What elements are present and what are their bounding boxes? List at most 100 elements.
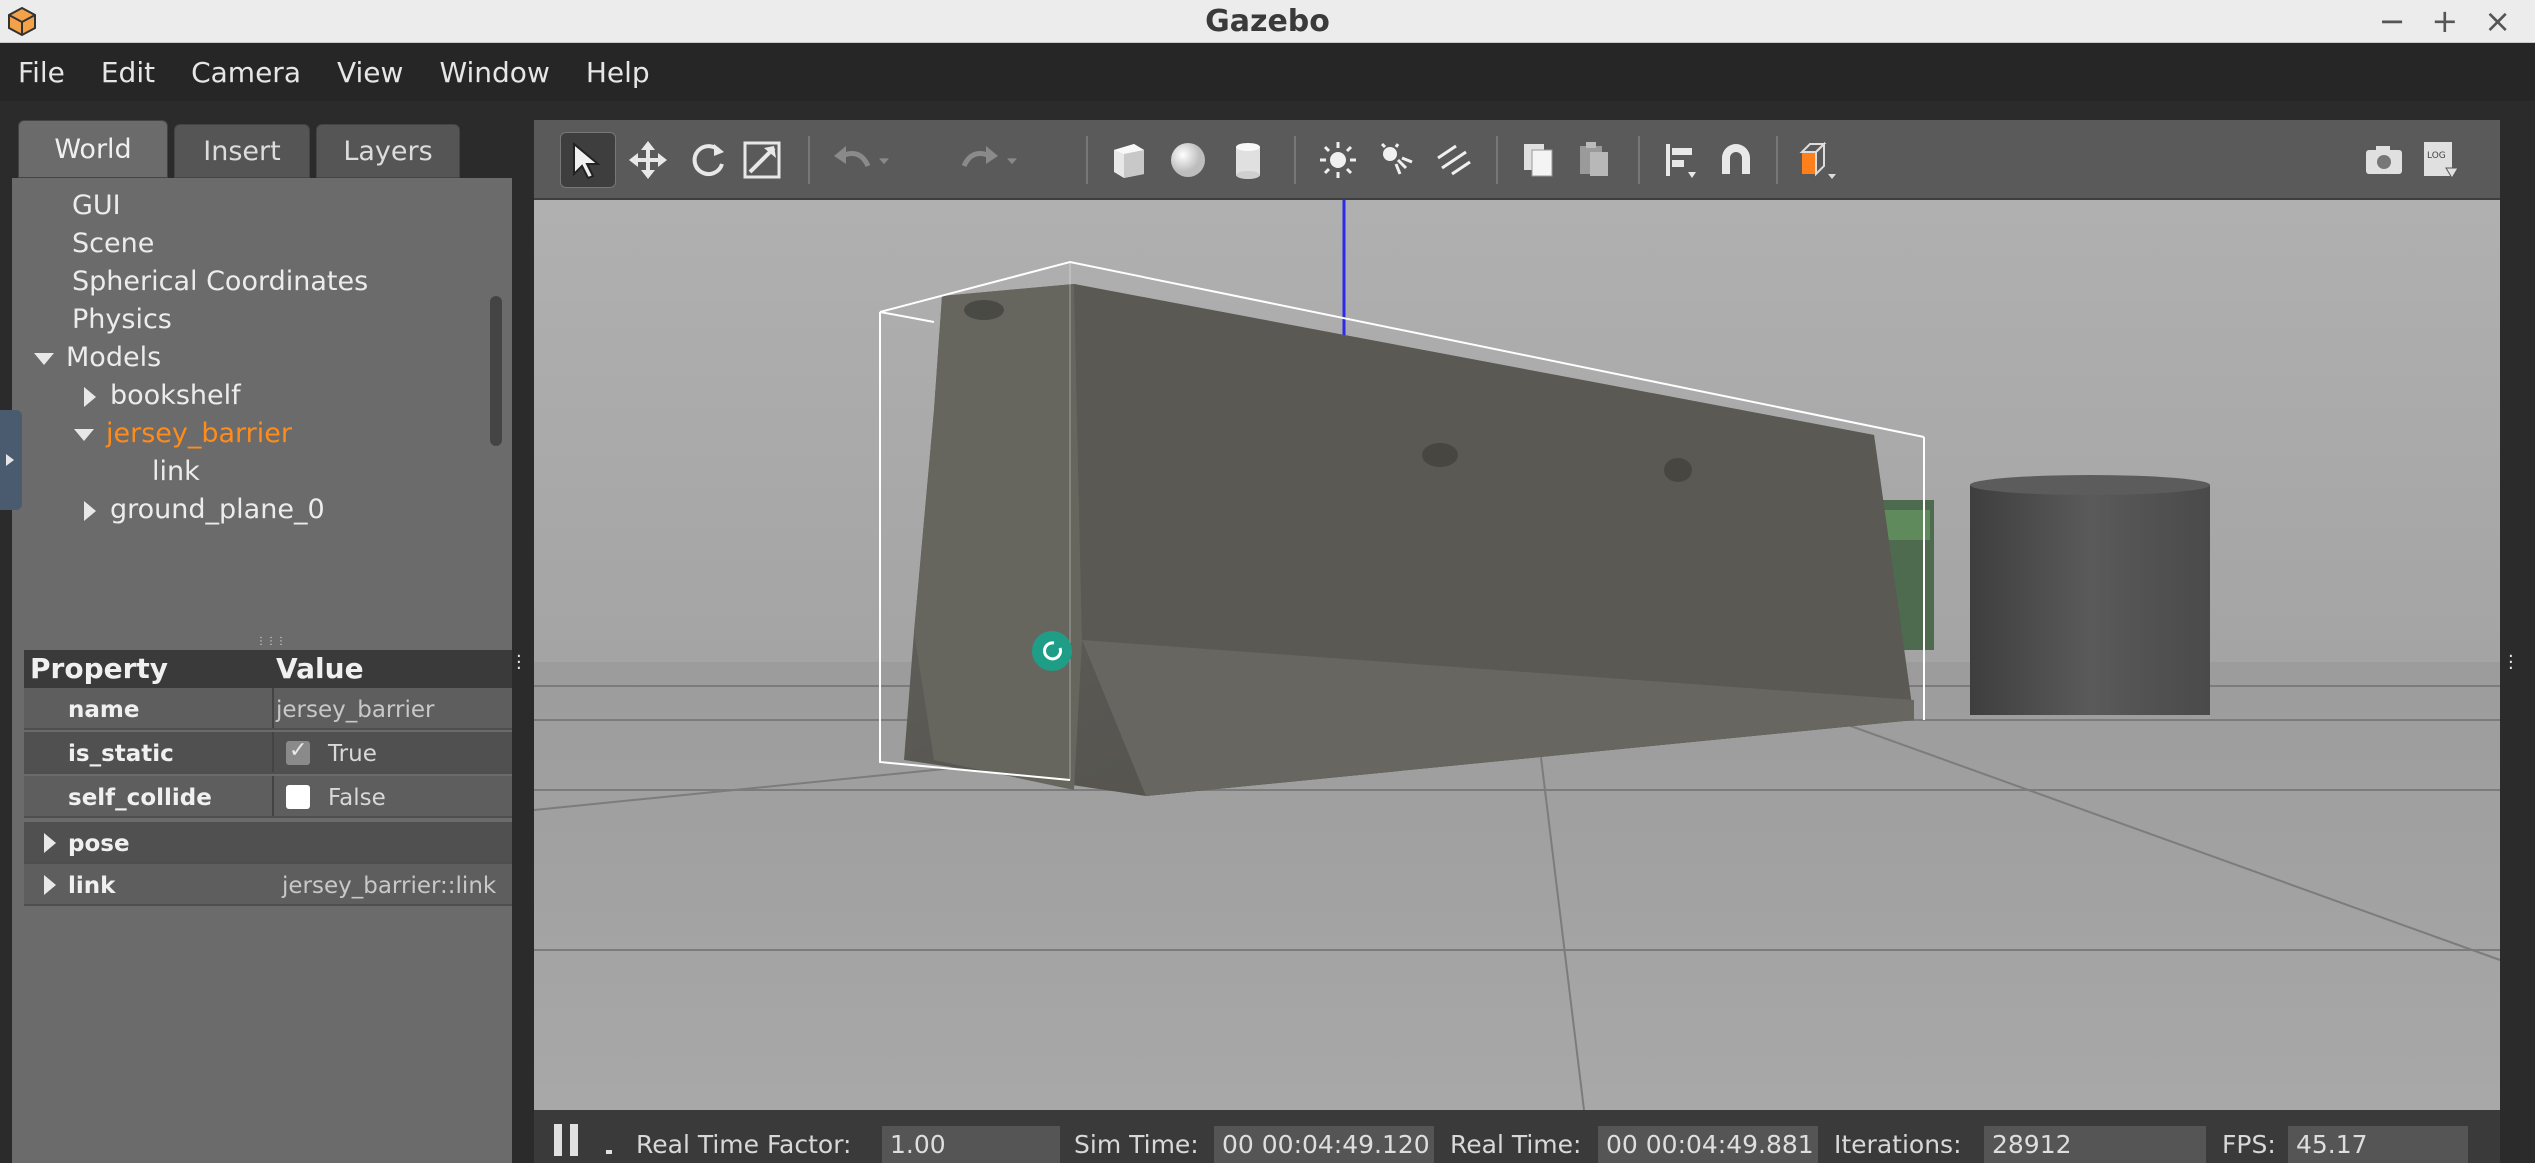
view-angle-icon xyxy=(1799,141,1836,179)
panel-collapse-handle[interactable] xyxy=(0,410,22,510)
select-mode-button[interactable] xyxy=(560,132,616,188)
point-light-icon xyxy=(1320,142,1356,178)
fps-label: FPS: xyxy=(2222,1130,2276,1159)
tab-insert[interactable]: Insert xyxy=(174,124,310,178)
real-time-label: Real Time: xyxy=(1450,1130,1582,1159)
screenshot-button[interactable] xyxy=(2356,132,2412,188)
sim-time-label: Sim Time: xyxy=(1074,1130,1199,1159)
tree-scrollbar[interactable] xyxy=(490,296,502,446)
real-time-factor-value: 1.00 xyxy=(882,1126,1060,1163)
chevron-down-icon xyxy=(1007,158,1017,165)
log-button[interactable]: LOG xyxy=(2412,132,2468,188)
property-name-value[interactable]: jersey_barrier xyxy=(276,697,434,723)
view-angle-button[interactable] xyxy=(1790,132,1846,188)
pause-icon[interactable] xyxy=(554,1124,580,1156)
rotate-icon xyxy=(692,144,724,177)
directional-light-button[interactable] xyxy=(1426,132,1482,188)
scale-icon xyxy=(743,141,781,179)
snap-button[interactable] xyxy=(1708,132,1764,188)
header-property: Property xyxy=(30,652,169,685)
cylinder-icon xyxy=(1236,143,1260,179)
property-row-is-static[interactable]: is_static True xyxy=(24,732,512,774)
align-button[interactable] xyxy=(1652,132,1708,188)
tree-item-models[interactable]: Models xyxy=(34,342,161,373)
scale-button[interactable] xyxy=(734,132,790,188)
scene-render xyxy=(534,200,2500,1110)
expand-right-icon[interactable] xyxy=(44,875,56,895)
step-icon[interactable] xyxy=(606,1150,612,1154)
property-self-collide-label: self_collide xyxy=(68,785,212,811)
iterations-value: 28912 xyxy=(1984,1126,2206,1163)
menu-bar: File Edit Camera View Window Help xyxy=(0,43,2535,101)
property-link-label: link xyxy=(68,873,116,899)
property-table-header: Property Value xyxy=(24,650,512,688)
expand-down-icon[interactable] xyxy=(74,428,94,441)
property-link-value: jersey_barrier::link xyxy=(282,873,497,899)
self-collide-value: False xyxy=(328,785,386,811)
box-button[interactable] xyxy=(1100,132,1156,188)
menu-camera[interactable]: Camera xyxy=(191,56,301,89)
chevron-down-icon xyxy=(879,158,889,165)
spot-light-button[interactable] xyxy=(1370,132,1426,188)
directional-light-icon xyxy=(1437,144,1471,176)
expand-right-icon[interactable] xyxy=(84,500,96,521)
menu-file[interactable]: File xyxy=(18,56,65,89)
tree-item-spherical-coordinates[interactable]: Spherical Coordinates xyxy=(72,266,368,297)
window-titlebar: Gazebo − + × xyxy=(0,0,2535,43)
snap-icon xyxy=(1722,144,1750,174)
menu-window[interactable]: Window xyxy=(439,56,549,89)
translate-icon xyxy=(629,141,667,179)
redo-dropdown[interactable] xyxy=(1000,132,1024,188)
point-light-button[interactable] xyxy=(1310,132,1366,188)
property-row-link[interactable]: link jersey_barrier::link xyxy=(24,864,512,906)
tree-item-ground-plane-label: ground_plane_0 xyxy=(110,494,325,525)
copy-button[interactable] xyxy=(1510,132,1566,188)
fps-value: 45.17 xyxy=(2288,1126,2468,1163)
sphere-button[interactable] xyxy=(1160,132,1216,188)
menu-edit[interactable]: Edit xyxy=(101,56,155,89)
tree-item-gui[interactable]: GUI xyxy=(72,190,121,221)
splitter-grip-icon[interactable]: ⋮⋮⋮ xyxy=(256,637,286,647)
translate-button[interactable] xyxy=(620,132,676,188)
property-row-name[interactable]: name jersey_barrier xyxy=(24,688,512,730)
tree-item-bookshelf[interactable]: bookshelf xyxy=(84,380,241,411)
property-row-self-collide[interactable]: self_collide False xyxy=(24,776,512,818)
select-mode-icon xyxy=(573,141,601,180)
undo-icon xyxy=(834,146,871,168)
tree-item-link[interactable]: link xyxy=(152,456,200,487)
expand-down-icon[interactable] xyxy=(34,352,54,365)
paste-button[interactable] xyxy=(1566,132,1622,188)
sim-time-value: 00 00:04:49.120 xyxy=(1214,1126,1434,1163)
3d-viewport[interactable] xyxy=(534,200,2500,1110)
property-name-label: name xyxy=(68,697,140,723)
tree-item-jersey-barrier[interactable]: jersey_barrier xyxy=(74,418,292,449)
splitter-handle-icon[interactable]: · · · xyxy=(516,648,524,678)
left-panel: World Insert Layers GUI Scene Spherical … xyxy=(12,120,512,1163)
tab-world[interactable]: World xyxy=(18,120,168,178)
tab-layers[interactable]: Layers xyxy=(316,124,460,178)
screenshot-icon xyxy=(2366,146,2402,174)
maximize-button[interactable]: + xyxy=(2431,2,2458,40)
tree-item-scene[interactable]: Scene xyxy=(72,228,154,259)
cylinder-button[interactable] xyxy=(1220,132,1276,188)
expand-right-icon[interactable] xyxy=(44,833,56,853)
right-splitter-handle-icon[interactable]: · · · xyxy=(2508,648,2516,678)
real-time-factor-label: Real Time Factor: xyxy=(636,1130,852,1159)
menu-view[interactable]: View xyxy=(337,56,403,89)
minimize-button[interactable]: − xyxy=(2379,2,2406,40)
tree-item-models-label: Models xyxy=(66,342,162,373)
property-pose-label: pose xyxy=(68,831,130,857)
expand-right-icon[interactable] xyxy=(84,386,96,407)
status-bar: Real Time Factor: 1.00 Sim Time: 00 00:0… xyxy=(534,1110,2500,1163)
tree-item-ground-plane[interactable]: ground_plane_0 xyxy=(84,494,325,525)
rotate-button[interactable] xyxy=(680,132,736,188)
property-row-pose[interactable]: pose xyxy=(24,822,512,864)
tree-item-physics[interactable]: Physics xyxy=(72,304,172,335)
sphere-icon xyxy=(1171,143,1205,177)
menu-help[interactable]: Help xyxy=(586,56,650,89)
undo-dropdown[interactable] xyxy=(872,132,896,188)
header-value: Value xyxy=(276,652,364,685)
is-static-checkbox[interactable] xyxy=(286,738,310,765)
self-collide-checkbox[interactable] xyxy=(286,785,310,809)
close-button[interactable]: × xyxy=(2484,2,2511,40)
